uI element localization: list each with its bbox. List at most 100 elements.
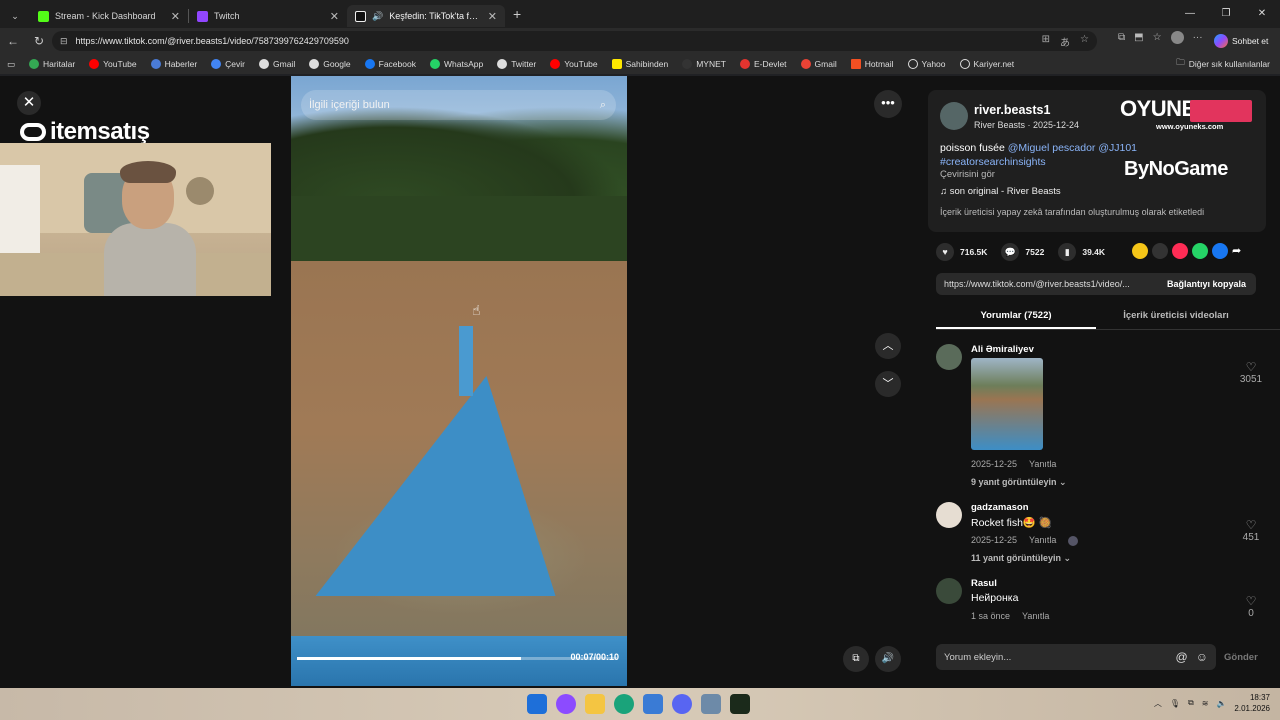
avatar[interactable] [936, 502, 962, 528]
emoji-icon[interactable]: ☺ [1196, 650, 1208, 664]
network-app-icon[interactable] [701, 694, 721, 714]
volume-icon[interactable]: 🔊 [875, 646, 901, 672]
tab-comments[interactable]: Yorumlar (7522) [936, 306, 1096, 329]
sound-link[interactable]: ♫ son original - River Beasts [940, 186, 1061, 197]
bookmark-youtube[interactable]: YouTube [82, 59, 143, 69]
avatar[interactable] [936, 344, 962, 370]
previous-video-chevron-up-icon[interactable]: ︿ [875, 333, 901, 359]
close-tab-icon[interactable]: ✕ [171, 10, 180, 23]
device-icon[interactable]: ⧉ [1188, 698, 1194, 708]
comment-author[interactable]: Rasul [971, 578, 997, 589]
mention-at-icon[interactable]: @ [1176, 650, 1188, 664]
comment-like[interactable]: ♡ 3051 [1236, 360, 1266, 385]
view-replies-link[interactable]: 11 yanıt görüntüleyin ⌄ [971, 553, 1071, 564]
creator-avatar[interactable] [940, 102, 968, 130]
bookmark-cevir[interactable]: Çevir [204, 59, 252, 69]
translate-icon[interactable]: あ [1060, 34, 1070, 49]
comment-author[interactable]: gadzamason [971, 502, 1029, 513]
bookmark-gmail[interactable]: Gmail [252, 59, 302, 69]
store-icon[interactable] [643, 694, 663, 714]
mention-link[interactable]: @Miguel pescador [1008, 142, 1096, 154]
tray-chevron-up-icon[interactable]: ︿ [1154, 698, 1162, 709]
bookmark-twitter[interactable]: Twitter [490, 59, 543, 69]
bookmark-whatsapp[interactable]: WhatsApp [423, 59, 490, 69]
bookmark-hotmail[interactable]: Hotmail [844, 59, 901, 69]
comment-like[interactable]: ♡ 451 [1236, 518, 1266, 543]
other-favorites[interactable]: 🗀 Diğer sık kullanılanlar [1176, 57, 1270, 71]
minimize-icon[interactable]: — [1172, 0, 1208, 28]
reply-link[interactable]: Yanıtla [1022, 611, 1049, 621]
back-arrow-icon[interactable]: ← [0, 34, 26, 48]
next-video-chevron-down-icon[interactable]: ﹀ [875, 371, 901, 397]
search-icon[interactable]: ⌕ [600, 99, 606, 112]
creator-username[interactable]: river.beasts1 [974, 103, 1050, 117]
tab-twitch[interactable]: Twitch ✕ [189, 5, 347, 27]
bookmark-haritalar[interactable]: Haritalar [22, 59, 82, 69]
comment-icon[interactable]: 💬 [1001, 243, 1020, 261]
embed-icon[interactable] [1152, 243, 1168, 259]
url-field[interactable]: ⊟ https://www.tiktok.com/@river.beasts1/… [52, 31, 1097, 51]
comment-input[interactable]: Yorum ekleyin... @ ☺ [936, 644, 1216, 670]
extensions-icon[interactable]: ⧉ [1118, 32, 1125, 43]
bookmark-kariyer[interactable]: Kariyer.net [953, 59, 1022, 69]
bookmark-sahibinden[interactable]: Sahibinden [605, 59, 676, 69]
view-replies-link[interactable]: 9 yanıt görüntüleyin ⌄ [971, 477, 1067, 488]
speaker-icon[interactable]: 🔊 [372, 11, 383, 22]
windows-start-icon[interactable] [527, 694, 547, 714]
facebook-share-icon[interactable] [1212, 243, 1228, 259]
bookmark-facebook[interactable]: Facebook [358, 59, 423, 69]
site-info-icon[interactable]: ⊟ [60, 36, 68, 47]
volume-tray-icon[interactable]: 🔈 [1216, 699, 1226, 708]
send-comment-button[interactable]: Gönder [1224, 652, 1258, 663]
tab-list-chevron-icon[interactable]: ⌄ [4, 5, 26, 27]
tab-tiktok[interactable]: 🔊 Keşfedin: TikTok'ta favori videolarını… [347, 5, 505, 27]
profile-avatar[interactable] [1170, 31, 1184, 44]
tab-creator-videos[interactable]: İçerik üreticisi videoları [1096, 306, 1256, 329]
copy-link-button[interactable]: Bağlantıyı kopyala [1157, 279, 1256, 289]
reply-link[interactable]: Yanıtla [1029, 459, 1056, 469]
close-tab-icon[interactable]: ✕ [330, 10, 339, 23]
restore-icon[interactable]: ❐ [1208, 0, 1244, 28]
app-available-icon[interactable]: ⊞ [1042, 34, 1050, 49]
discord-icon[interactable] [672, 694, 692, 714]
bookmark-haberler[interactable]: Haberler [144, 59, 205, 69]
new-tab-plus-icon[interactable]: + [513, 6, 521, 22]
tab-kick-dashboard[interactable]: Stream - Kick Dashboard ✕ [30, 5, 188, 27]
see-translation-link[interactable]: Çevirisini gör [940, 169, 995, 180]
window-close-icon[interactable]: ✕ [1244, 0, 1280, 28]
copilot-taskbar-icon[interactable] [556, 694, 576, 714]
reload-icon[interactable]: ↻ [26, 34, 52, 48]
avatar[interactable] [936, 578, 962, 604]
bookmark-youtube-2[interactable]: YouTube [543, 59, 604, 69]
bookmark-edevlet[interactable]: E-Devlet [733, 59, 794, 69]
send-to-friends-icon[interactable] [1172, 243, 1188, 259]
hashtag-link[interactable]: #creatorsearchinsights [940, 156, 1046, 168]
picture-in-picture-icon[interactable]: ⧉ [843, 646, 869, 672]
share-arrow-icon[interactable]: ➦ [1232, 243, 1248, 259]
bookmark-mynet[interactable]: MYNET [675, 59, 733, 69]
clock[interactable]: 18:37 2.01.2026 [1234, 692, 1270, 714]
video-player[interactable]: İlgili içeriği bulun ⌕ ☝ 00:07/00:10 [291, 76, 627, 686]
close-tab-icon[interactable]: ✕ [488, 10, 497, 23]
reply-link[interactable]: Yanıtla [1029, 535, 1056, 545]
bookmark-yahoo[interactable]: Yahoo [901, 59, 953, 69]
bookmark-gmail-2[interactable]: Gmail [794, 59, 844, 69]
post-link-text[interactable]: https://www.tiktok.com/@river.beasts1/vi… [944, 279, 1157, 289]
bookmark-icon[interactable]: ▮ [1058, 243, 1077, 261]
split-screen-icon[interactable]: ⬒ [1134, 32, 1143, 43]
follow-button-obscured[interactable] [1190, 100, 1252, 122]
close-icon[interactable]: ✕ [17, 91, 41, 115]
bookmarks-toggle-icon[interactable]: ▭ [0, 59, 22, 70]
comment-like[interactable]: ♡ 0 [1236, 594, 1266, 619]
copilot-chat-button[interactable]: Sohbet et [1214, 31, 1268, 51]
comment-author[interactable]: Ali Əmiraliyev [971, 344, 1034, 355]
file-explorer-icon[interactable] [585, 694, 605, 714]
favorite-star-icon[interactable]: ☆ [1080, 34, 1089, 49]
more-options-icon[interactable]: ••• [874, 90, 902, 118]
bookmark-google[interactable]: Google [302, 59, 357, 69]
kick-studio-icon[interactable] [730, 694, 750, 714]
wifi-icon[interactable]: ≋ [1202, 699, 1209, 708]
mention-link[interactable]: @JJ101 [1095, 142, 1137, 154]
edge-icon[interactable] [614, 694, 634, 714]
video-search-input[interactable]: İlgili içeriği bulun ⌕ [301, 90, 616, 120]
